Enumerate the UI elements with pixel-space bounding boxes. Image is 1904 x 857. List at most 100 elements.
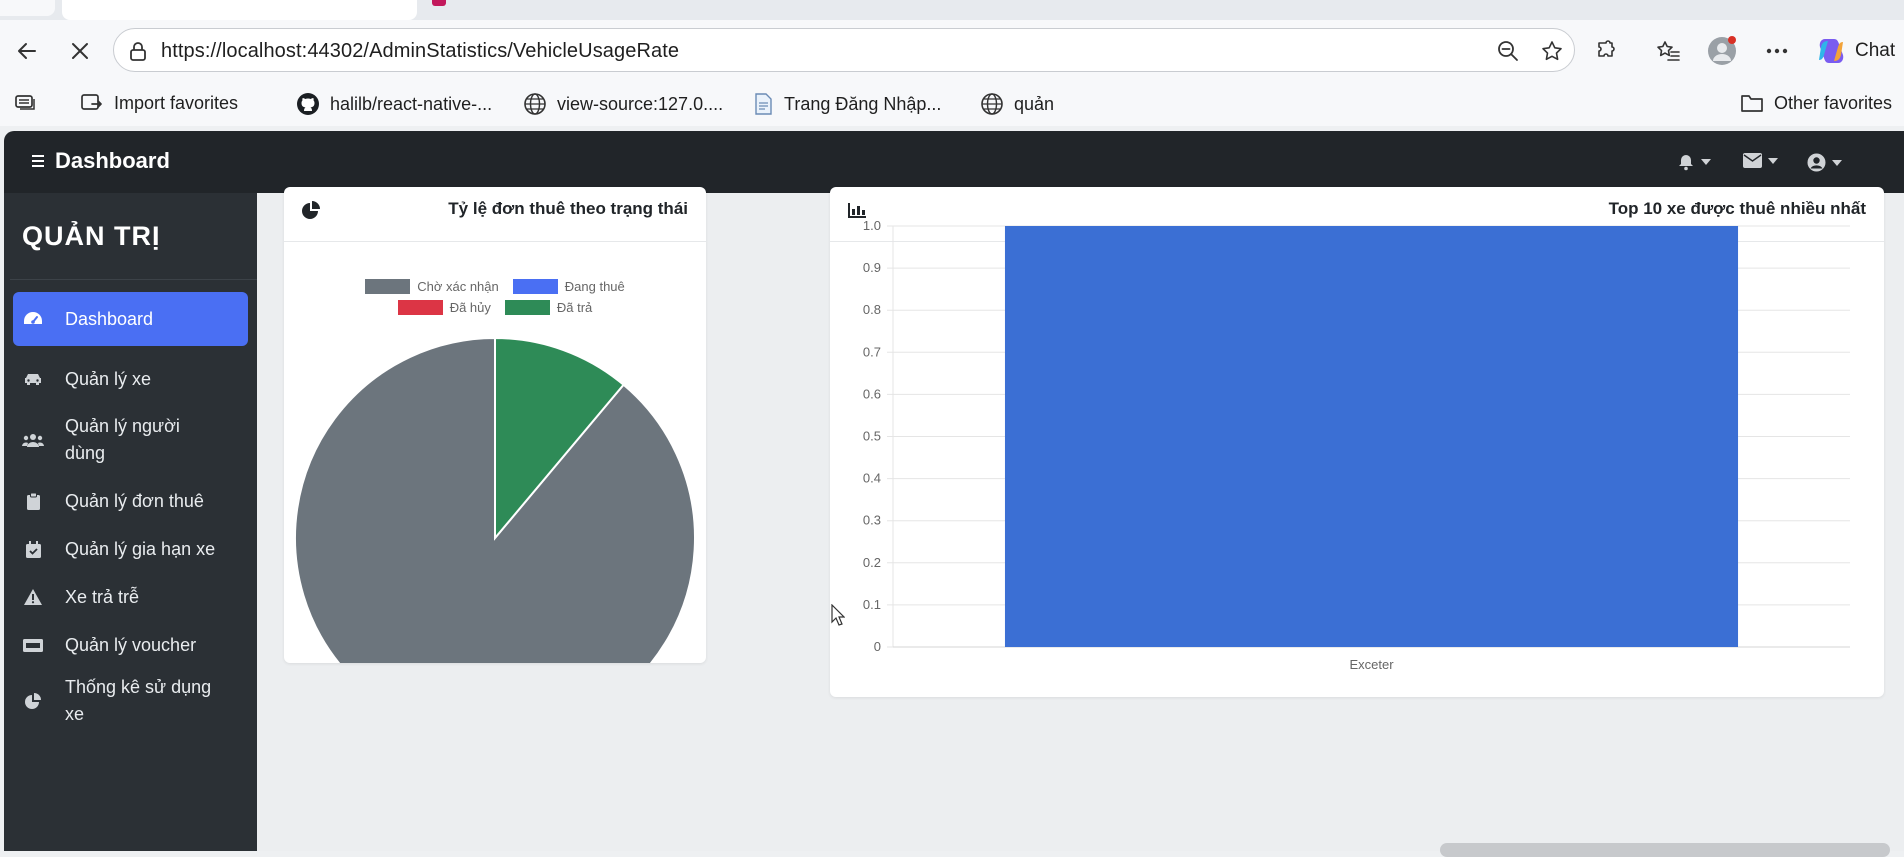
pie-chart bbox=[294, 336, 696, 663]
ticket-icon bbox=[23, 638, 43, 652]
sidebar-item-vehicles[interactable]: Quản lý xe bbox=[13, 357, 248, 401]
puzzle-icon bbox=[1598, 40, 1615, 57]
favorite-label: Import favorites bbox=[114, 92, 239, 113]
address-bar[interactable]: https://localhost:44302/AdminStatistics/… bbox=[113, 28, 1575, 72]
horizontal-scrollbar[interactable] bbox=[1440, 843, 1890, 857]
profile-button[interactable] bbox=[1707, 36, 1737, 66]
favorite-label: quản bbox=[1014, 93, 1055, 114]
other-favorites-label: Other favorites bbox=[1774, 92, 1893, 113]
avatar bbox=[1708, 36, 1736, 65]
y-tick-label: 0.4 bbox=[863, 471, 881, 486]
y-tick-label: 0.5 bbox=[863, 429, 881, 444]
bar-chart: 0 0.1 0.2 0.3 0.4 0.5 0.6 0.7 0.8 0.9 1.0 Exceter bbox=[863, 218, 1850, 672]
gauge-icon bbox=[24, 312, 42, 324]
copilot-chat-button[interactable]: Chat bbox=[1815, 33, 1895, 69]
x-tick-label: Exceter bbox=[1349, 657, 1394, 672]
admin-app: Dashboard QUẢN TRỊ Dashboard Quản lý xe … bbox=[4, 131, 1904, 851]
favorites-bar: Import favorites halilb/react-native-...… bbox=[0, 82, 1904, 126]
user-circle-icon bbox=[1807, 153, 1826, 172]
sidebar-item-rental-orders[interactable]: Quản lý đơn thuê bbox=[13, 479, 248, 523]
more-menu-button[interactable] bbox=[1762, 36, 1792, 66]
y-tick-label: 0.3 bbox=[863, 513, 881, 528]
caret-down-icon bbox=[1768, 157, 1778, 164]
favorite-github[interactable]: halilb/react-native-... bbox=[296, 92, 492, 116]
sidebar-title: QUẢN TRỊ bbox=[22, 221, 161, 251]
users-icon bbox=[22, 434, 44, 447]
sidebar: QUẢN TRỊ Dashboard Quản lý xe Quản lý ng… bbox=[4, 193, 257, 851]
notifications-dropdown[interactable] bbox=[1677, 153, 1711, 171]
sidebar-item-label: Dashboard bbox=[65, 308, 154, 329]
sidebar-item-late-returns[interactable]: Xe trả trễ bbox=[13, 575, 248, 619]
favorite-import[interactable]: Import favorites bbox=[80, 92, 238, 114]
copilot-label: Chat bbox=[1855, 40, 1896, 61]
messages-dropdown[interactable] bbox=[1743, 153, 1778, 168]
globe-icon bbox=[981, 93, 1003, 115]
other-favorites[interactable]: Other favorites bbox=[1740, 92, 1892, 114]
favorites-button[interactable] bbox=[1653, 36, 1683, 66]
pie-chart-icon bbox=[25, 693, 41, 709]
extensions-button[interactable] bbox=[1591, 36, 1621, 66]
sidebar-item-label: Quản lý xe bbox=[65, 368, 152, 389]
sidebar-divider bbox=[10, 279, 257, 280]
y-tick-label: 1.0 bbox=[863, 218, 881, 233]
tab-previous[interactable] bbox=[0, 0, 55, 16]
brand-label: Dashboard bbox=[55, 148, 170, 173]
close-icon bbox=[72, 43, 88, 59]
favorite-star-button[interactable] bbox=[1538, 37, 1566, 65]
globe-icon bbox=[524, 93, 546, 115]
favorite-label: halilb/react-native-... bbox=[330, 93, 493, 114]
clipboard-icon bbox=[26, 492, 40, 510]
y-tick-label: 0.7 bbox=[863, 344, 881, 359]
y-tick-label: 0.8 bbox=[863, 302, 881, 317]
star-icon bbox=[1542, 41, 1562, 61]
ellipsis-icon bbox=[1766, 48, 1788, 54]
bar bbox=[1004, 226, 1739, 647]
sidebar-item-label: Quản lý voucher bbox=[65, 634, 197, 655]
order-status-card: Tỷ lệ đơn thuê theo trạng thái Chờ xác n… bbox=[284, 187, 706, 663]
browser-toolbar: https://localhost:44302/AdminStatistics/… bbox=[0, 20, 1904, 82]
user-dropdown[interactable] bbox=[1807, 153, 1842, 172]
favorite-view-source[interactable]: view-source:127.0.... bbox=[523, 92, 723, 116]
navbar-brand[interactable]: Dashboard bbox=[31, 148, 170, 174]
car-icon bbox=[25, 374, 41, 385]
favorite-login-page[interactable]: Trang Đăng Nhập... bbox=[752, 92, 941, 116]
copilot-icon bbox=[1819, 39, 1844, 63]
favorites-list-icon bbox=[1657, 41, 1680, 61]
collections-button[interactable] bbox=[14, 92, 36, 112]
github-icon bbox=[297, 93, 319, 115]
sidebar-item-label: Quản lý đơn thuê bbox=[65, 490, 204, 511]
folder-icon bbox=[1741, 95, 1763, 112]
arrow-left-icon bbox=[18, 43, 36, 59]
tab-favicon-icon bbox=[432, 0, 446, 6]
top-vehicles-card: Top 10 xe được thuê nhiều nhất 0 0.1 0.2 0.… bbox=[830, 187, 1884, 697]
caret-down-icon bbox=[1701, 159, 1711, 165]
sidebar-item-usage-stats[interactable]: Thống kê sử dụng xe bbox=[13, 671, 248, 731]
tab-active[interactable] bbox=[62, 0, 417, 20]
y-tick-label: 0.6 bbox=[863, 386, 881, 401]
warning-icon bbox=[24, 589, 42, 605]
zoom-button[interactable] bbox=[1494, 37, 1522, 65]
zoom-out-icon bbox=[1498, 41, 1518, 61]
back-button[interactable] bbox=[10, 34, 44, 68]
top-navbar: Dashboard bbox=[4, 131, 1904, 193]
sidebar-item-label: Quản lý người dùng bbox=[65, 416, 180, 463]
y-tick-label: 0.1 bbox=[863, 597, 881, 612]
sidebar-item-dashboard[interactable]: Dashboard bbox=[13, 292, 248, 346]
sidebar-item-label: Thống kê sử dụng xe bbox=[65, 677, 212, 724]
mouse-cursor-icon bbox=[831, 604, 845, 626]
sidebar-item-label: Quản lý gia hạn xe bbox=[65, 538, 216, 559]
y-tick-label: 0.2 bbox=[863, 555, 881, 570]
url-text[interactable]: https://localhost:44302/AdminStatistics/… bbox=[161, 40, 679, 63]
stop-loading-button[interactable] bbox=[63, 34, 97, 68]
lock-icon[interactable] bbox=[127, 40, 149, 62]
sidebar-item-extensions[interactable]: Quản lý gia hạn xe bbox=[13, 527, 248, 571]
import-favorites-icon bbox=[81, 94, 102, 110]
favorite-quan[interactable]: quản bbox=[980, 92, 1054, 116]
envelope-icon bbox=[1743, 153, 1762, 168]
favorite-label: view-source:127.0.... bbox=[557, 93, 724, 114]
hamburger-icon[interactable] bbox=[31, 154, 45, 168]
sidebar-item-vouchers[interactable]: Quản lý voucher bbox=[13, 623, 248, 667]
main-content: Tỷ lệ đơn thuê theo trạng thái Chờ xác n… bbox=[257, 187, 1904, 851]
caret-down-icon bbox=[1832, 159, 1842, 166]
sidebar-item-users[interactable]: Quản lý người dùng bbox=[13, 410, 248, 470]
